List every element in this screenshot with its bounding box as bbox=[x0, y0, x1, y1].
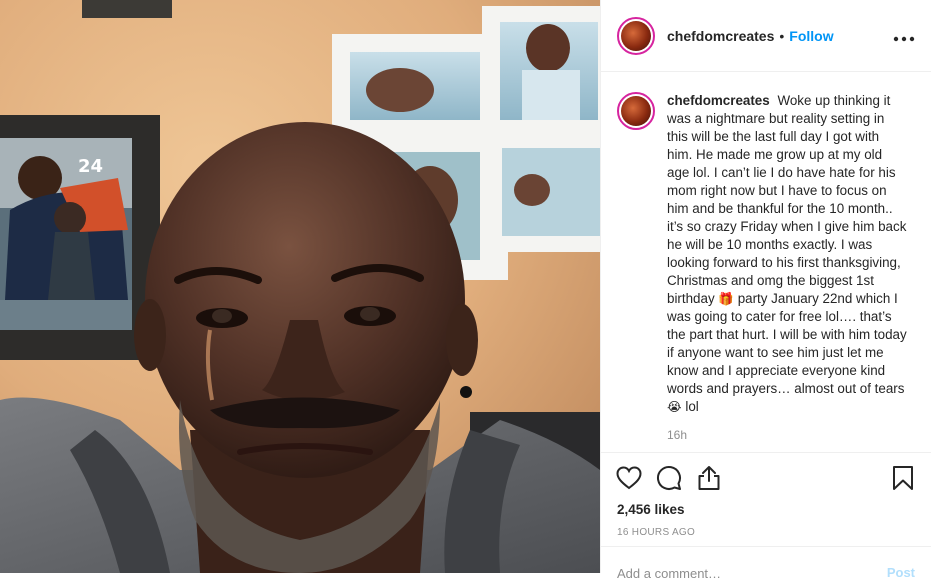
heart-icon[interactable] bbox=[615, 464, 643, 492]
comment-input[interactable] bbox=[617, 566, 879, 581]
caption-body: chefdomcreates Woke up thinking it was a… bbox=[667, 92, 907, 444]
post-sidebar: chefdomcreates • Follow chefdomcreates W… bbox=[600, 0, 931, 581]
gift-emoji-icon: 🎁 bbox=[718, 292, 734, 306]
comments-section[interactable]: chefdomcreates Woke up thinking it was a… bbox=[601, 72, 931, 452]
caption-text-main: Woke up thinking it was a nightmare but … bbox=[667, 93, 907, 306]
post-header: chefdomcreates • Follow bbox=[601, 0, 931, 72]
jersey-number: 24 bbox=[78, 156, 103, 177]
post-timestamp[interactable]: 16 HOURS AGO bbox=[601, 517, 931, 538]
caption-avatar[interactable] bbox=[617, 92, 655, 130]
likes-count[interactable]: 2,456 likes bbox=[601, 493, 931, 517]
avatar[interactable] bbox=[617, 16, 655, 55]
caption-time[interactable]: 16h bbox=[667, 426, 907, 444]
caption: chefdomcreates Woke up thinking it was a… bbox=[601, 72, 931, 444]
framed-baby-photo-1 bbox=[332, 34, 500, 138]
follow-button[interactable]: Follow bbox=[789, 28, 833, 44]
caption-text-end: lol bbox=[685, 399, 699, 414]
caption-text-middle: party January 22nd which I was going to … bbox=[667, 291, 907, 396]
action-icons bbox=[601, 453, 931, 493]
share-icon[interactable] bbox=[695, 464, 723, 492]
separator-dot: • bbox=[779, 27, 785, 44]
header-username[interactable]: chefdomcreates bbox=[667, 28, 774, 44]
crying-emoji-icon: 😭 bbox=[667, 400, 682, 414]
caption-username[interactable]: chefdomcreates bbox=[667, 93, 770, 108]
add-comment-bar: Post bbox=[601, 546, 931, 586]
framed-baby-photo-4 bbox=[486, 132, 600, 252]
comment-icon[interactable] bbox=[655, 464, 683, 492]
framed-baby-photo-2 bbox=[482, 6, 600, 136]
more-options-icon[interactable] bbox=[893, 26, 915, 46]
post-photo[interactable]: 24 bbox=[0, 0, 600, 573]
bookmark-icon[interactable] bbox=[889, 464, 917, 492]
frame-top-edge bbox=[82, 0, 172, 18]
